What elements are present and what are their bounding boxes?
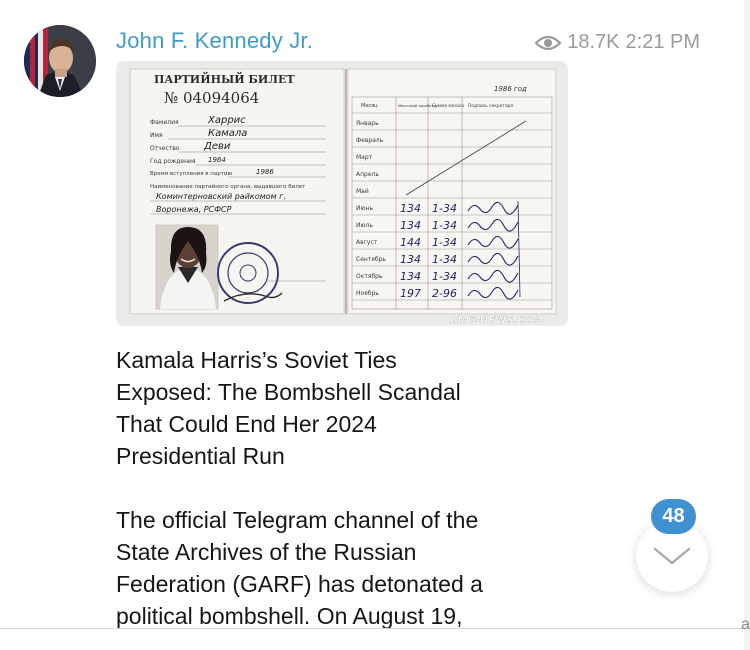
window-edge [744,0,750,650]
field-label: Наименование партийного органа, выдавшег… [150,183,306,190]
channel-name[interactable]: John F. Kennedy Jr. [116,28,313,54]
party-card-photo: ПАРТИЙНЫЙ БИЛЕТ № 04094064 Фамилия Харри… [116,61,568,326]
table-header: Подпись секретаря [468,103,513,109]
field-value: Коминтерновский райкомом г. [156,192,286,201]
doc-number: № 04094064 [164,89,259,107]
composer-divider [0,628,750,629]
chevron-down-icon [653,547,691,565]
chat-view: John F. Kennedy Jr. 18.7K 2:21 PM ПАРТИЙ… [0,0,750,650]
table-header: Месяц [361,103,378,109]
field-value: 1986 [256,168,274,176]
view-count: 18.7K [567,31,620,53]
row-month: Ноябрь [356,290,379,297]
row-earnings: 134 [400,219,421,232]
row-month: Октябрь [356,273,383,280]
row-month: Февраль [356,137,384,144]
doc-header: ПАРТИЙНЫЙ БИЛЕТ [154,71,295,86]
row-dues: 1-34 [432,219,457,232]
row-month: Март [356,154,373,161]
field-value: Харрис [207,115,246,126]
post-time: 2:21 PM [625,31,700,53]
row-dues: 1-34 [432,270,457,283]
unread-count-badge[interactable]: 48 [651,499,696,534]
image-watermark: AMG-NEWS.COM [450,315,543,326]
row-month: Апрель [356,171,379,178]
table-year: 1986 год [494,85,527,93]
field-label: Время вступления в партию [150,171,233,177]
row-earnings: 197 [400,287,421,300]
field-value: Камала [208,128,247,139]
post-title: Kamala Harris’s Soviet Ties Exposed: The… [116,347,461,469]
field-value: 1964 [208,156,226,164]
channel-post: John F. Kennedy Jr. 18.7K 2:21 PM ПАРТИЙ… [116,14,716,650]
field-label: Отчество [150,145,180,152]
table-header: Сумма взноса [432,103,464,109]
avatar-portrait [24,25,96,97]
row-month: Август [356,239,378,246]
row-dues: 1-34 [432,253,457,266]
row-month: Сентябрь [356,256,386,263]
row-earnings: 134 [400,270,421,283]
row-month: Январь [356,120,379,127]
post-header: John F. Kennedy Jr. 18.7K 2:21 PM [116,28,700,58]
field-label: Фамилия [150,119,179,126]
post-meta: 18.7K 2:21 PM [535,31,700,54]
row-earnings: 134 [400,202,421,215]
row-dues: 2-96 [432,287,457,300]
row-dues: 1-34 [432,236,457,249]
post-image[interactable]: ПАРТИЙНЫЙ БИЛЕТ № 04094064 Фамилия Харри… [116,61,568,326]
channel-avatar[interactable] [24,25,96,97]
row-earnings: 144 [400,236,421,249]
row-earnings: 134 [400,253,421,266]
eye-icon [535,35,562,50]
field-label: Имя [150,132,163,139]
field-value: Деви [203,141,231,152]
field-value: Воронежа, РСФСР [156,205,232,214]
row-dues: 1-34 [432,202,457,215]
row-month: Май [356,188,369,195]
field-label: Год рождения [150,158,196,165]
edge-glyph: a [741,616,750,633]
post-text: Kamala Harris’s Soviet Ties Exposed: The… [116,344,586,650]
row-month: Июль [356,222,373,229]
row-month: Июнь [356,205,373,212]
post-body: The official Telegram channel of the Sta… [116,507,483,629]
